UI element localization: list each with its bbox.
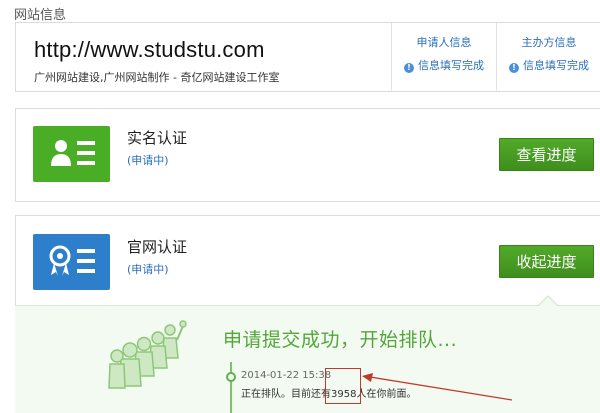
- ribbon-badge-icon: [33, 234, 110, 290]
- applicant-info-link[interactable]: 申请人信息: [392, 34, 496, 50]
- panel-pointer-fill: [538, 297, 558, 307]
- realname-cert-card: 实名认证 (申请中) 查看进度: [15, 108, 600, 202]
- site-description: 广州网站建设,广州网站制作 - 奇亿网站建设工作室: [34, 71, 280, 84]
- organizer-info-column: 主办方信息 ! 信息填写完成: [497, 23, 600, 92]
- timeline-line: [230, 362, 232, 413]
- cert-status: (申请中): [127, 263, 169, 276]
- organizer-info-link[interactable]: 主办方信息: [497, 34, 600, 50]
- site-info-box: http://www.studstu.com 广州网站建设,广州网站制作 - 奇…: [15, 22, 600, 92]
- collapse-progress-button[interactable]: 收起进度: [499, 245, 594, 278]
- timeline-time: 2014-01-22 15:38: [241, 370, 332, 381]
- id-card-icon: [33, 126, 110, 182]
- site-url: http://www.studstu.com: [34, 37, 265, 62]
- cert-title: 实名认证: [127, 129, 188, 147]
- organizer-info-status: ! 信息填写完成: [497, 57, 600, 73]
- cert-status: (申请中): [127, 154, 169, 167]
- timeline-dot: [226, 372, 236, 382]
- cert-title: 官网认证: [127, 238, 188, 256]
- view-progress-button[interactable]: 查看进度: [499, 138, 594, 171]
- applicant-info-status: ! 信息填写完成: [392, 57, 496, 73]
- submission-success-title: 申请提交成功，开始排队...: [223, 329, 458, 351]
- applicant-info-column: 申请人信息 ! 信息填写完成: [392, 23, 496, 92]
- queue-crowd-icon: [108, 318, 188, 393]
- info-icon: !: [509, 63, 519, 73]
- section-title: 网站信息: [14, 8, 67, 23]
- annotation-highlight-box: [325, 368, 361, 404]
- annotation-arrow: [362, 373, 513, 401]
- info-icon: !: [404, 63, 414, 73]
